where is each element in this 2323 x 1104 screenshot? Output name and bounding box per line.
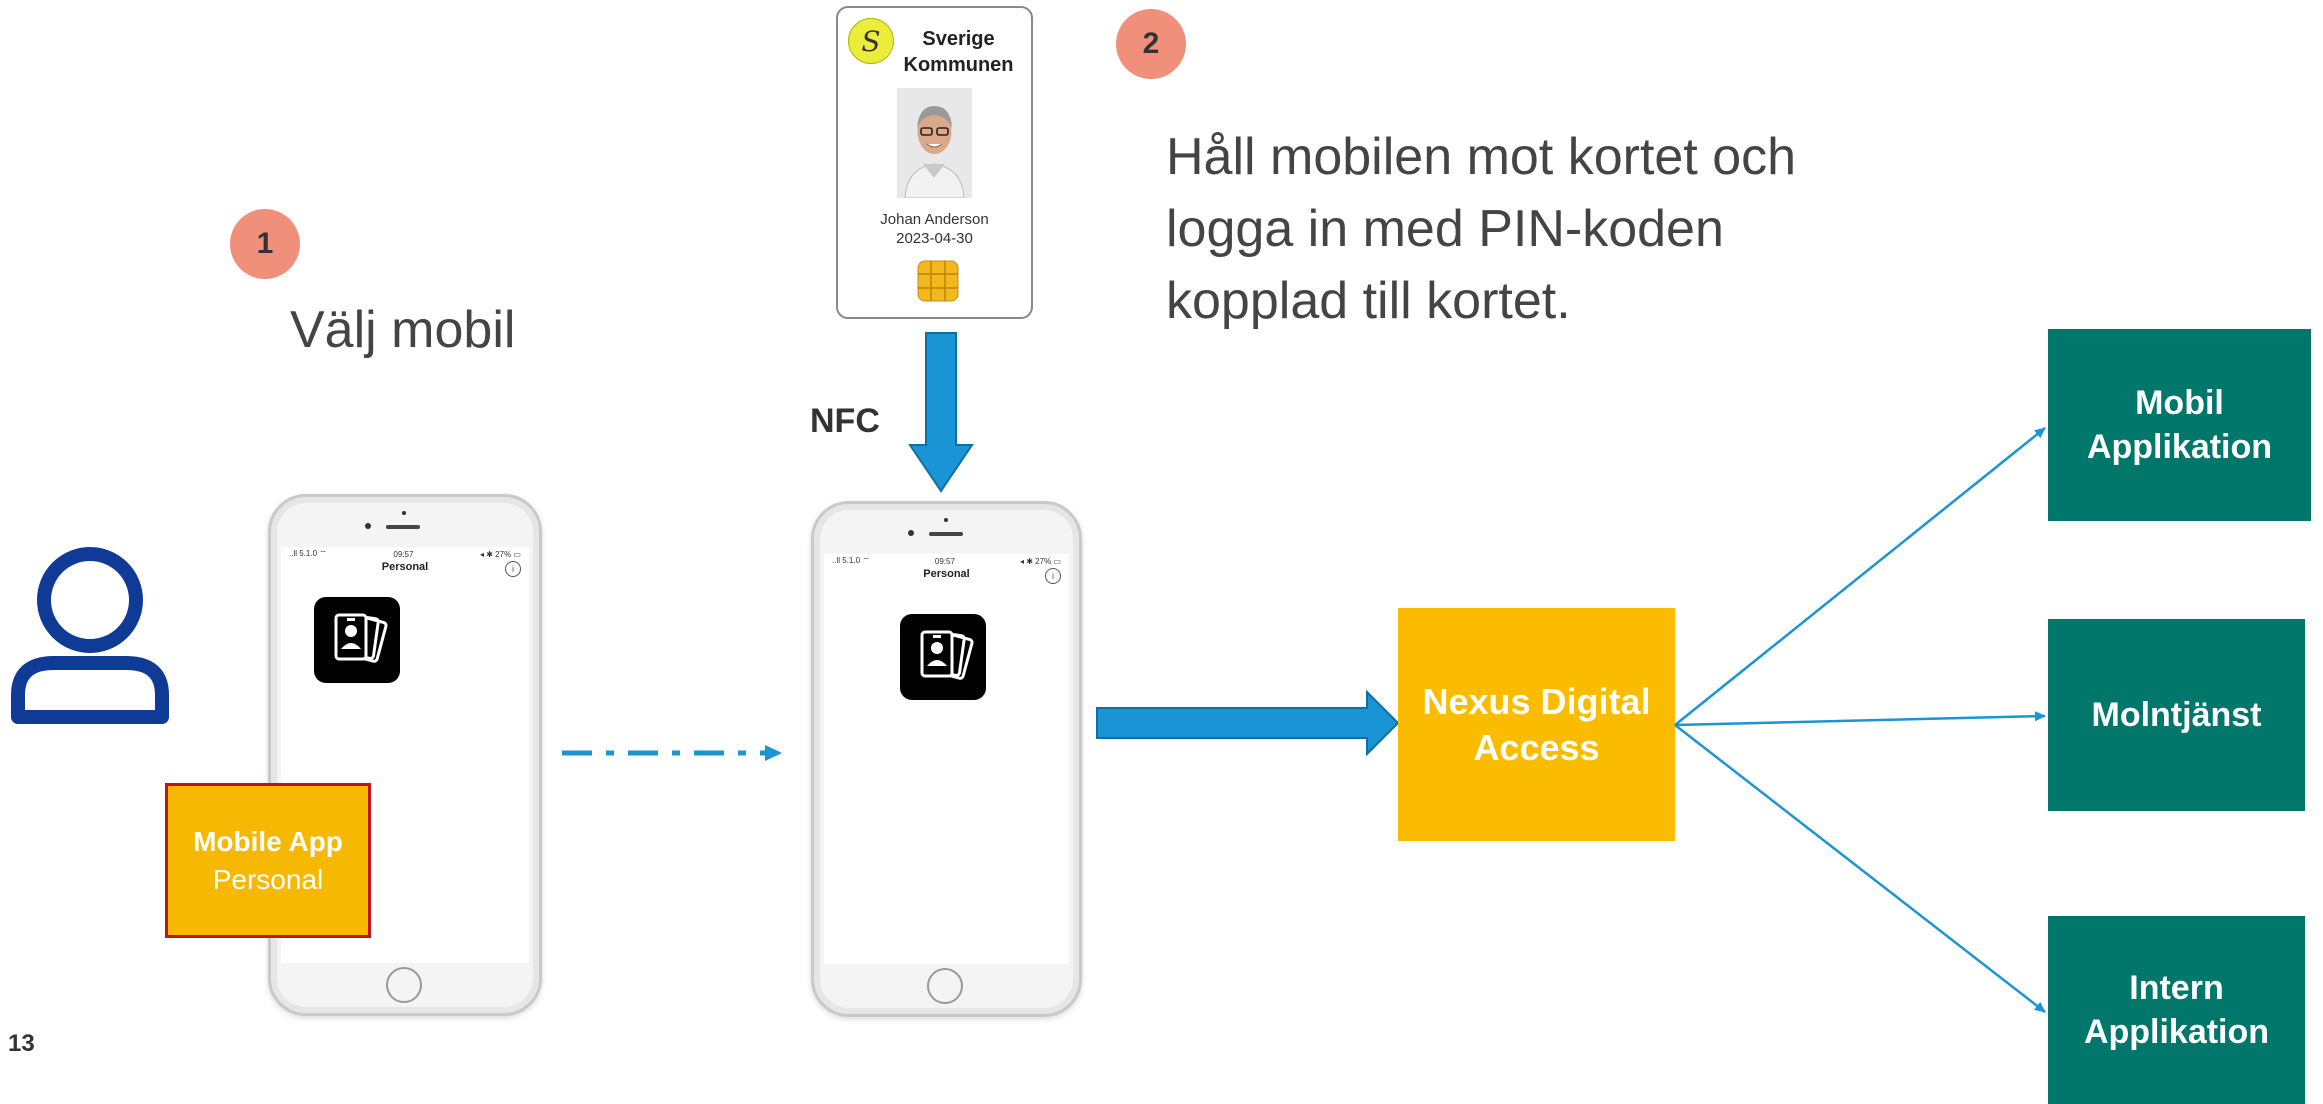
connector-to-molntjanst (1674, 711, 2046, 727)
target-3-line-1: Intern (2129, 969, 2224, 1007)
connector-to-intern-applikation (1674, 724, 2046, 1013)
target-1-line-2: Applikation (2086, 428, 2273, 466)
connector-lines (1674, 427, 2046, 1013)
target-1-line-1: Mobil (2135, 384, 2224, 422)
target-intern-applikation: Intern Applikation (2048, 916, 2305, 1104)
target-molntjanst: Molntjänst (2048, 619, 2305, 811)
target-3-line-2: Applikation (2083, 1013, 2270, 1051)
connector-to-mobil-applikation (1674, 427, 2046, 726)
target-2-line-1: Molntjänst (2091, 696, 2262, 734)
target-mobil-applikation: Mobil Applikation (2048, 329, 2311, 521)
